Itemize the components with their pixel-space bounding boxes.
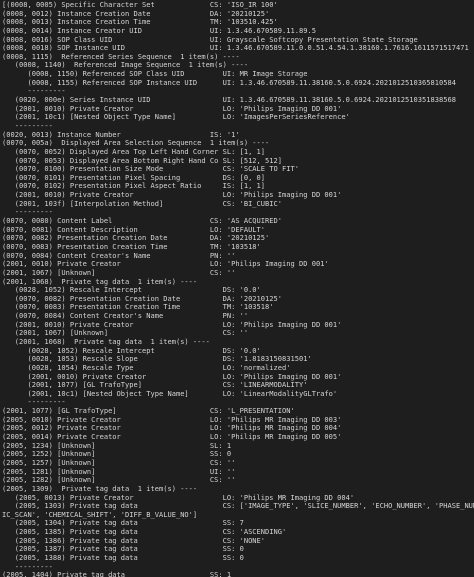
output-line: --------- [2, 562, 53, 571]
output-line: (2005, 0012) Private Creator LO: 'Philip… [2, 424, 342, 433]
output-line: (0070, 0082) Presentation Creation Date … [2, 234, 270, 243]
output-line: (0008, 1150) Referenced SOP Class UID UI… [2, 70, 308, 79]
output-line: (2005, 1252) [Unknown] SS: 0 [2, 450, 232, 459]
output-line: --------- [2, 87, 66, 96]
output-line: (2005, 1304) Private tag data SS: 7 [2, 519, 244, 528]
output-line: (2001, 10c1) [Nested Object Type Name] L… [2, 113, 350, 122]
output-line: (0070, 0052) Displayed Area Top Left Han… [2, 147, 266, 156]
output-line: (2005, 1386) Private tag data CS: 'NONE' [2, 536, 266, 545]
output-line: (0020, 0013) Instance Number IS: '1' [2, 130, 240, 139]
output-line: (2001, 103f) [Interpolation Method] CS: … [2, 199, 283, 208]
output-line: (2001, 0010) Private Creator LO: 'Philip… [2, 372, 342, 381]
output-line: (2005, 1303) Private tag data CS: ['IMAG… [14, 502, 474, 511]
output-line: (2005, 1388) Private tag data SS: 0 [2, 554, 244, 562]
output-line: (0070, 0083) Presentation Creation Time … [2, 303, 274, 312]
output-line: (0070, 005a) Displayed Area Selection Se… [2, 139, 270, 148]
output-line: (0008, 0013) Instance Creation Time TM: … [2, 18, 278, 27]
output-line: (0070, 0053) Displayed Area Bottom Right… [2, 156, 283, 165]
output-line: (2001, 1067) [Unknown] CS: '' [2, 329, 249, 338]
output-line: (2001, 10c1) [Nested Object Type Name] L… [2, 389, 338, 398]
output-line: (2005, 1282) [Unknown] CS: '' [2, 476, 236, 485]
output-line: (2005, 1281) [Unknown] UI: '' [2, 467, 236, 476]
output-line: (0070, 0101) Presentation Pixel Spacing … [2, 173, 266, 182]
output-line: (0008, 1115) Referenced Series Sequence … [2, 52, 240, 61]
output-line: [(0008, 0005) Specific Character Set CS:… [2, 1, 278, 9]
output-line: --------- [2, 121, 53, 130]
output-line: (0028, 1053) Rescale Slope DS: '1.818315… [2, 355, 312, 364]
output-line: (0020, 000e) Series Instance UID UI: 1.3… [2, 96, 456, 105]
output-line: (2005, 1385) Private tag data CS: 'ASCEN… [2, 528, 287, 537]
output-line: (2001, 1077) [GL TrafoType] CS: 'L_PRESE… [2, 407, 295, 416]
output-line: (2005, 1387) Private tag data SS: 0 [2, 545, 244, 554]
output-line: (2001, 0010) Private Creator LO: 'Philip… [2, 104, 342, 113]
output-line: (2005, 1309) Private tag data 1 item(s) … [2, 484, 198, 493]
output-line: (2005, 1257) [Unknown] CS: '' [2, 458, 236, 467]
output-line: (2001, 0010) Private Creator LO: 'Philip… [2, 191, 342, 200]
output-line: (0070, 0082) Presentation Creation Date … [2, 294, 283, 303]
output-line: (0028, 1054) Rescale Type LO: 'normalize… [2, 363, 291, 372]
output-line: (0008, 0012) Instance Creation Date DA: … [2, 9, 270, 18]
output-line: (2001, 1068) Private tag data 1 item(s) … [2, 337, 210, 346]
output-line: (2001, 1068) Private tag data 1 item(s) … [2, 277, 198, 286]
output-line: (0008, 0018) SOP Instance UID UI: 1.3.46… [2, 44, 469, 53]
output-line: (2001, 0010) Private Creator LO: 'Philip… [2, 320, 342, 329]
output-line: (0070, 0102) Presentation Pixel Aspect R… [2, 182, 266, 191]
output-line: (2001, 1067) [Unknown] CS: '' [2, 268, 236, 277]
output-line: --------- [2, 398, 66, 407]
output-line: (0008, 0014) Instance Creator UID UI: 1.… [2, 26, 316, 35]
terminal-output: [(0008, 0005) Specific Character Set CS:… [0, 0, 474, 577]
output-line: IC_SCAN', 'CHEMICAL_SHIFT', 'DIFF_B_VALU… [2, 510, 198, 519]
output-line: (0070, 0081) Content Description LO: 'DE… [2, 225, 266, 234]
output-line: (0028, 1052) Rescale Intercept DS: '0.0' [2, 346, 261, 355]
output-line: (2005, 1234) [Unknown] SL: 1 [2, 441, 232, 450]
output-line: (2001, 0010) Private Creator LO: 'Philip… [2, 260, 329, 269]
output-line: (2001, 1077) [GL TrafoType] CS: 'LINEARM… [2, 381, 308, 390]
output-line: (0070, 0083) Presentation Creation Time … [2, 242, 261, 251]
output-line: (0070, 0080) Content Label CS: 'AS ACQUI… [2, 217, 283, 226]
output-line: (0070, 0084) Content Creator's Name PN: … [2, 312, 249, 321]
output-line: (0008, 1155) Referenced SOP Instance UID… [2, 78, 456, 87]
output-line: (2005, 0010) Private Creator LO: 'Philip… [2, 415, 342, 424]
output-line: (0028, 1052) Rescale Intercept DS: '0.0' [2, 286, 261, 295]
output-line: (0070, 0100) Presentation Size Mode CS: … [2, 165, 299, 174]
output-line: (2005, 0013) Private Creator LO: 'Philip… [2, 493, 355, 502]
output-line: --------- [2, 208, 53, 217]
output-line: (2005, 1404) Private tag data SS: 1 [2, 571, 232, 577]
output-line: (0008, 1140) Referenced Image Sequence 1… [2, 61, 249, 70]
output-line: (0070, 0084) Content Creator's Name PN: … [2, 251, 236, 260]
output-line: (0008, 0016) SOP Class UID UI: Grayscale… [2, 35, 418, 44]
output-line: (2005, 0014) Private Creator LO: 'Philip… [2, 433, 342, 442]
